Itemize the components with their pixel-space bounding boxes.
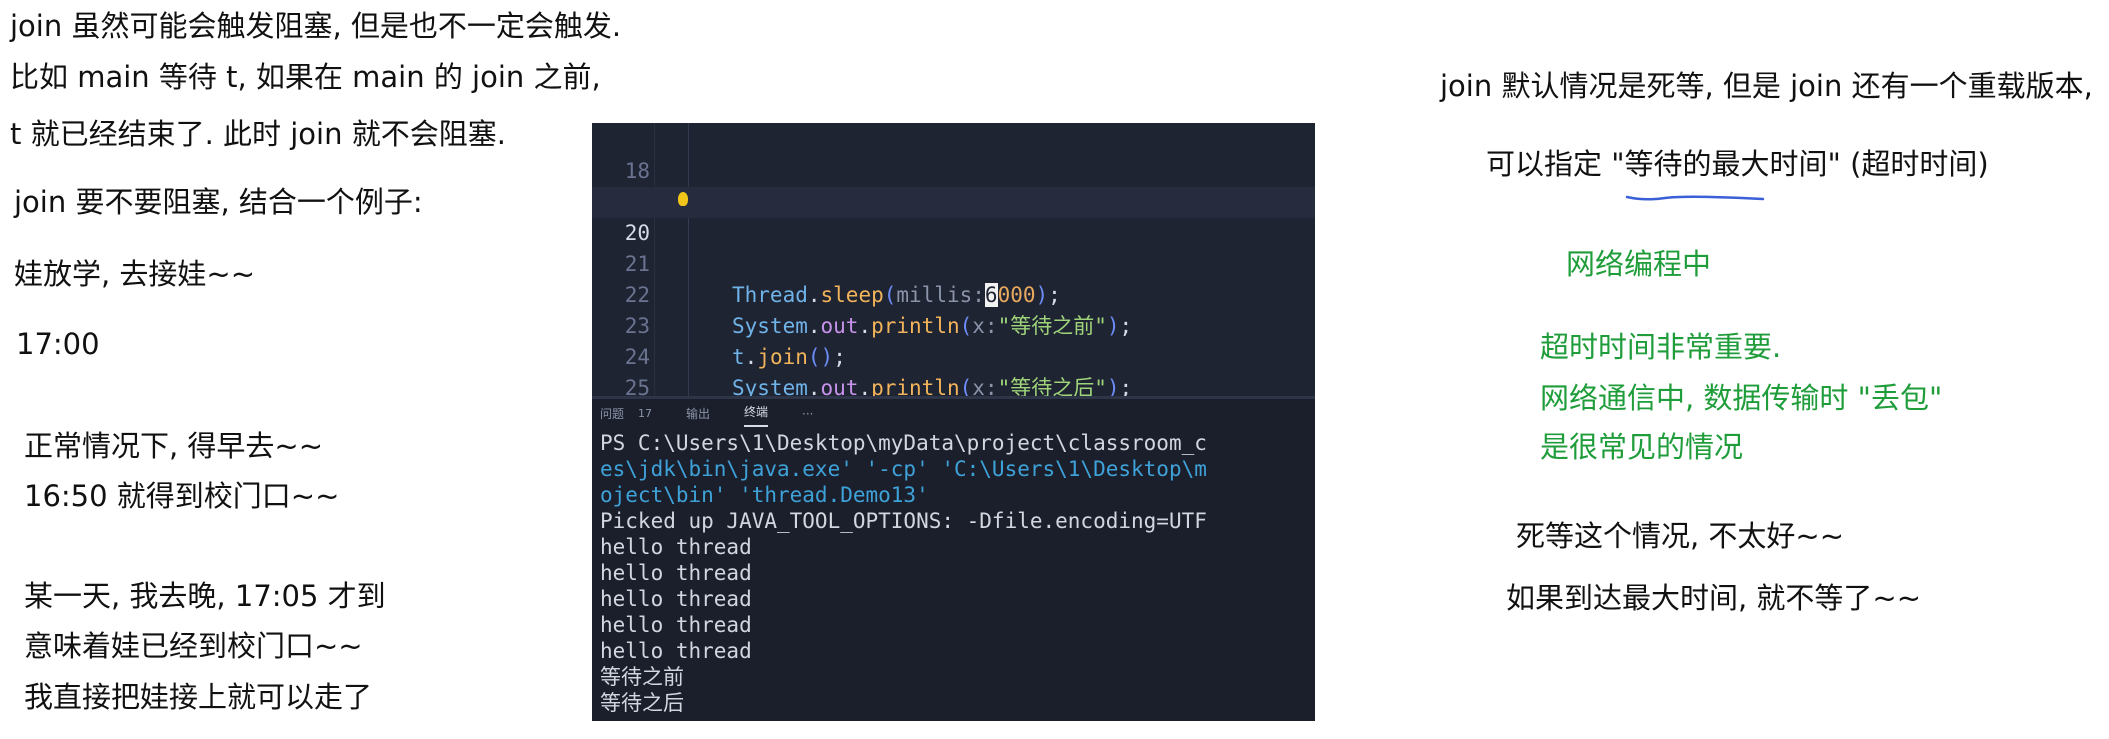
tab-terminal[interactable]: 终端 [744, 399, 769, 427]
more-icon[interactable]: ··· [802, 399, 813, 429]
terminal-line: hello thread [600, 535, 752, 559]
handwritten-underline [1625, 195, 1765, 201]
note-time-1700: 17:00 [16, 327, 100, 361]
note-take-kid: 我直接把娃接上就可以走了 [24, 680, 373, 714]
note-t-finished: t 就已经结束了. 此时 join 就不会阻塞. [10, 117, 506, 151]
note-join-may-block: join 虽然可能会触发阻塞, 但是也不一定会触发. [10, 9, 622, 43]
terminal-line: 等待之后 [600, 691, 684, 715]
note-wait-forever-bad: 死等这个情况, 不太好~~ [1516, 519, 1845, 553]
code-line-25: 25 } [592, 342, 1315, 431]
tab-output[interactable]: 输出 [686, 399, 710, 429]
panel-tab-bar: 问题 17 输出 终端 ··· [592, 396, 1315, 429]
terminal-line: PS C:\Users\1\Desktop\myData\project\cla… [600, 431, 1207, 455]
code-line-20: 20 Thread.sleep(millis:6000); [592, 187, 1315, 307]
code-line-19: 19 [592, 156, 1315, 214]
note-example-intro: join 要不要阻塞, 结合一个例子: [14, 185, 423, 219]
note-network-programming: 网络编程中 [1566, 247, 1712, 281]
code-line-18: 18 t.start(); [592, 125, 1315, 214]
note-late-day: 某一天, 我去晚, 17:05 才到 [24, 579, 386, 613]
note-stop-waiting: 如果到达最大时间, 就不等了~~ [1506, 581, 1922, 615]
note-main-wait-t: 比如 main 等待 t, 如果在 main 的 join 之前, [10, 60, 601, 94]
code-editor: 18 t.start(); 19 20 Thread.sleep(millis:… [592, 123, 1315, 462]
note-packet-loss: 网络通信中, 数据传输时 "丢包" [1540, 381, 1943, 415]
tab-problems[interactable]: 问题 [600, 399, 624, 429]
terminal-line: hello thread [600, 639, 752, 663]
note-common-case: 是很常见的情况 [1540, 430, 1744, 464]
code-screenshot: 18 t.start(); 19 20 Thread.sleep(millis:… [592, 123, 1315, 721]
note-join-default-wait: join 默认情况是死等, 但是 join 还有一个重载版本, [1440, 69, 2093, 103]
note-normal-case: 正常情况下, 得早去~~ [24, 429, 324, 463]
terminal-line: hello thread [600, 561, 752, 585]
terminal-line: Picked up JAVA_TOOL_OPTIONS: -Dfile.enco… [600, 509, 1207, 533]
note-time-1650: 16:50 就得到校门口~~ [24, 479, 340, 513]
code-line-23: 23 t.join(); [592, 280, 1315, 369]
terminal-line: hello thread [600, 613, 752, 637]
note-kid-at-gate: 意味着娃已经到校门口~~ [24, 629, 363, 663]
code-line-22: 22 System.out.println(x:"等待之前"); [592, 249, 1315, 338]
terminal-line: oject\bin' 'thread.Demo13' [600, 483, 929, 507]
problems-count-badge: 17 [638, 407, 652, 420]
lightbulb-icon[interactable] [678, 192, 688, 206]
terminal-panel: 问题 17 输出 终端 ··· PS C:\Users\1\Desktop\my… [592, 396, 1315, 721]
terminal-line: 等待之前 [600, 665, 684, 689]
note-pick-up-kid: 娃放学, 去接娃~~ [14, 257, 256, 291]
terminal-line: es\jdk\bin\java.exe' '-cp' 'C:\Users\1\D… [600, 457, 1207, 481]
note-max-wait-time: 可以指定 "等待的最大时间" (超时时间) [1486, 147, 1989, 181]
code-line-24: 24 System.out.println(x:"等待之后"); [592, 311, 1315, 400]
note-timeout-important: 超时时间非常重要. [1540, 330, 1782, 364]
code-line-21: 21 [592, 218, 1315, 276]
terminal-line: hello thread [600, 587, 752, 611]
